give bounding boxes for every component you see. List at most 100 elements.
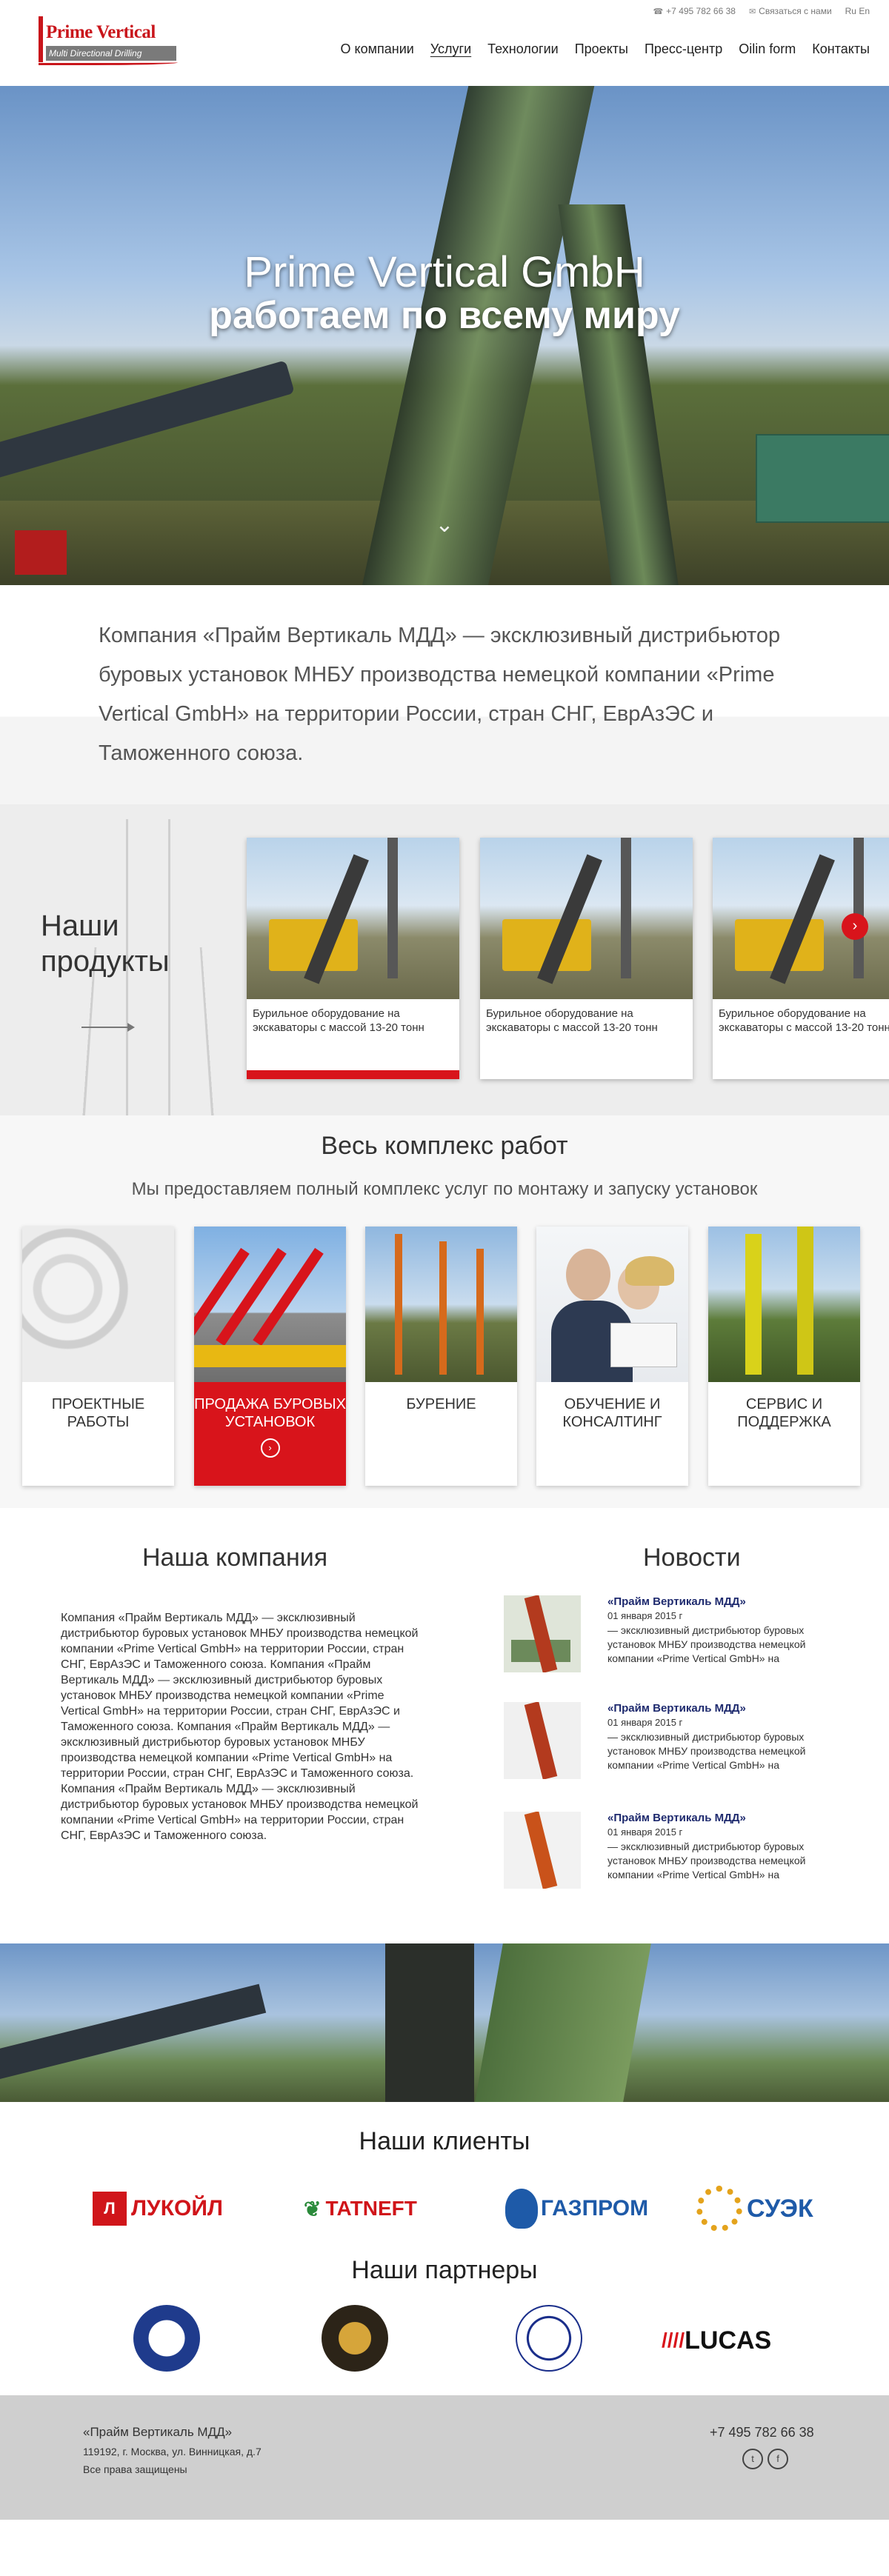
client-logo-gazprom[interactable]: ГАЗПРОМ bbox=[505, 2179, 648, 2238]
partners-logos: //// LUCAS bbox=[0, 2305, 889, 2372]
product-caption: Бурильное оборудование на экскаваторы с … bbox=[719, 1007, 889, 1034]
nav-item-about[interactable]: О компании bbox=[341, 41, 414, 57]
news-item[interactable]: «Прайм Вертикаль МДД» 01 января 2015 г —… bbox=[504, 1595, 837, 1677]
footer-company-name: «Прайм Вертикаль МДД» bbox=[83, 2425, 233, 2439]
tatneft-leaf-icon: ❦ bbox=[304, 2197, 322, 2220]
page: Prime Vertical Multi Directional Drillin… bbox=[0, 0, 889, 2576]
service-label: БУРЕНИЕ bbox=[406, 1396, 476, 1412]
nav-item-projects[interactable]: Проекты bbox=[575, 41, 628, 57]
partner-logo-1[interactable] bbox=[133, 2305, 200, 2372]
service-image bbox=[22, 1227, 174, 1382]
service-card-support[interactable]: СЕРВИС И ПОДДЕРЖКА bbox=[708, 1227, 860, 1486]
partner-logo-3[interactable] bbox=[516, 2305, 582, 2372]
news-item[interactable]: «Прайм Вертикаль МДД» 01 января 2015 г —… bbox=[504, 1702, 837, 1783]
nav-item-oilin-form[interactable]: Oilin form bbox=[739, 41, 796, 57]
news-thumbnail bbox=[504, 1702, 581, 1779]
logo-swoosh bbox=[39, 61, 178, 65]
intro-section: Компания «Прайм Вертикаль МДД» — эксклюз… bbox=[0, 585, 889, 804]
page-bottom-space bbox=[0, 2520, 889, 2576]
product-card[interactable]: Бурильное оборудование на экскаваторы с … bbox=[713, 838, 889, 1079]
service-label: ОБУЧЕНИЕ И КОНСАЛТИНГ bbox=[562, 1396, 662, 1430]
banner-machine bbox=[475, 1943, 651, 2102]
service-label: СЕРВИС И ПОДДЕРЖКА bbox=[737, 1396, 831, 1430]
chevron-right-icon[interactable]: › bbox=[260, 1438, 280, 1458]
nav-item-contacts[interactable]: Контакты bbox=[812, 41, 870, 57]
services-section: Весь комплекс работ Мы предоставляем пол… bbox=[0, 1115, 889, 1508]
lucas-stripes-icon: //// bbox=[662, 2329, 685, 2352]
suek-gear-icon bbox=[696, 2186, 742, 2232]
company-heading: Наша компания bbox=[142, 1544, 328, 1572]
clients-heading: Наши клиенты bbox=[359, 2127, 530, 2155]
scroll-down-icon[interactable]: ⌄ bbox=[430, 512, 459, 537]
banner-crane bbox=[0, 1983, 267, 2081]
news-date: 01 января 2015 г bbox=[607, 1610, 683, 1621]
client-name: СУЭК bbox=[747, 2194, 813, 2223]
partner-logo-2[interactable] bbox=[322, 2305, 388, 2372]
logo-subtitle: Multi Directional Drilling bbox=[46, 46, 176, 61]
client-logo-tatneft[interactable]: ❦ TATNEFT bbox=[304, 2179, 417, 2238]
news-title[interactable]: «Прайм Вертикаль МДД» bbox=[607, 1595, 746, 1608]
clients-logos: Л ЛУКОЙЛ ❦ TATNEFT ГАЗПРОМ СУЭК bbox=[0, 2179, 889, 2246]
news-excerpt: — эксклюзивный дистрибьютор буровых уста… bbox=[607, 1731, 806, 1771]
hero-title: Prime Vertical GmbH bbox=[244, 248, 645, 296]
products-section: Наши продукты Бурильное оборудование на … bbox=[0, 804, 889, 1115]
facebook-icon[interactable]: f bbox=[768, 2449, 788, 2469]
site-footer: «Прайм Вертикаль МДД» 119192, г. Москва,… bbox=[0, 2395, 889, 2520]
hero-red-machine bbox=[15, 530, 67, 575]
nav-item-technologies[interactable]: Технологии bbox=[487, 41, 559, 57]
product-image bbox=[247, 838, 459, 999]
service-image bbox=[194, 1227, 346, 1382]
nav-item-press[interactable]: Пресс-центр bbox=[645, 41, 722, 57]
language-text: Ru En bbox=[845, 6, 870, 16]
service-image bbox=[365, 1227, 517, 1382]
phone-text: +7 495 782 66 38 bbox=[666, 6, 736, 16]
news-title[interactable]: «Прайм Вертикаль МДД» bbox=[607, 1702, 746, 1715]
products-heading: Наши продукты bbox=[41, 910, 170, 978]
phone-link[interactable]: ☎ +7 495 782 66 38 bbox=[653, 6, 735, 16]
news-thumbnail bbox=[504, 1595, 581, 1672]
client-name: ЛУКОЙЛ bbox=[131, 2196, 223, 2220]
service-image bbox=[536, 1227, 688, 1382]
service-label: ПРОДАЖА БУРОВЫХ УСТАНОВОК bbox=[194, 1396, 346, 1430]
client-logo-suek[interactable]: СУЭК bbox=[696, 2179, 813, 2238]
product-card[interactable]: Бурильное оборудование на экскаваторы с … bbox=[480, 838, 693, 1079]
service-label: ПРОЕКТНЫЕ РАБОТЫ bbox=[51, 1396, 145, 1430]
hero-subtitle: работаем по всему миру bbox=[209, 294, 680, 337]
service-card-design[interactable]: ПРОЕКТНЫЕ РАБОТЫ bbox=[22, 1227, 174, 1486]
logo-bar bbox=[39, 16, 43, 62]
photo-banner bbox=[0, 1943, 889, 2102]
client-name: ГАЗПРОМ bbox=[541, 2196, 649, 2220]
partner-logo-lucas[interactable]: //// LUCAS bbox=[662, 2311, 771, 2370]
partners-heading: Наши партнеры bbox=[351, 2256, 538, 2284]
hero-banner: Prime Vertical GmbH работаем по всему ми… bbox=[0, 86, 889, 585]
nav-item-services[interactable]: Услуги bbox=[430, 41, 471, 57]
logo-title: Prime Vertical bbox=[46, 22, 156, 42]
product-active-bar bbox=[247, 1070, 459, 1079]
news-date: 01 января 2015 г bbox=[607, 1826, 683, 1838]
contact-link[interactable]: ✉ Связаться с нами bbox=[749, 6, 832, 16]
language-switcher[interactable]: Ru En bbox=[845, 6, 870, 16]
news-date: 01 января 2015 г bbox=[607, 1717, 683, 1728]
news-title[interactable]: «Прайм Вертикаль МДД» bbox=[607, 1812, 746, 1824]
twitter-icon[interactable]: t bbox=[742, 2449, 763, 2469]
news-heading: Новости bbox=[643, 1544, 741, 1572]
service-card-sales[interactable]: ПРОДАЖА БУРОВЫХ УСТАНОВОК › bbox=[194, 1227, 346, 1486]
services-heading: Весь комплекс работ bbox=[321, 1132, 568, 1160]
services-lead: Мы предоставляем полный комплекс услуг п… bbox=[131, 1179, 758, 1199]
news-item[interactable]: «Прайм Вертикаль МДД» 01 января 2015 г —… bbox=[504, 1812, 837, 1893]
service-card-training[interactable]: ОБУЧЕНИЕ И КОНСАЛТИНГ bbox=[536, 1227, 688, 1486]
news-excerpt: — эксклюзивный дистрибьютор буровых уста… bbox=[607, 1841, 806, 1881]
client-logo-lukoil[interactable]: Л ЛУКОЙЛ bbox=[93, 2179, 223, 2238]
main-nav: О компании Услуги Технологии Проекты Пре… bbox=[341, 41, 870, 57]
top-bar: ☎ +7 495 782 66 38 ✉ Связаться с нами Ru… bbox=[653, 6, 870, 16]
product-card[interactable]: Бурильное оборудование на экскаваторы с … bbox=[247, 838, 459, 1079]
news-thumbnail bbox=[504, 1812, 581, 1889]
carousel-next-button[interactable]: › bbox=[842, 913, 868, 940]
service-card-drilling[interactable]: БУРЕНИЕ bbox=[365, 1227, 517, 1486]
brand-logo[interactable]: Prime Vertical Multi Directional Drillin… bbox=[39, 16, 178, 68]
mail-icon: ✉ bbox=[748, 7, 756, 16]
clients-partners-section: Наши клиенты Л ЛУКОЙЛ ❦ TATNEFT ГАЗПРОМ … bbox=[0, 2102, 889, 2395]
partner-name: LUCAS bbox=[685, 2326, 772, 2355]
footer-phone[interactable]: +7 495 782 66 38 bbox=[710, 2425, 814, 2440]
footer-address: 119192, г. Москва, ул. Винницкая, д.7 bbox=[83, 2446, 262, 2457]
